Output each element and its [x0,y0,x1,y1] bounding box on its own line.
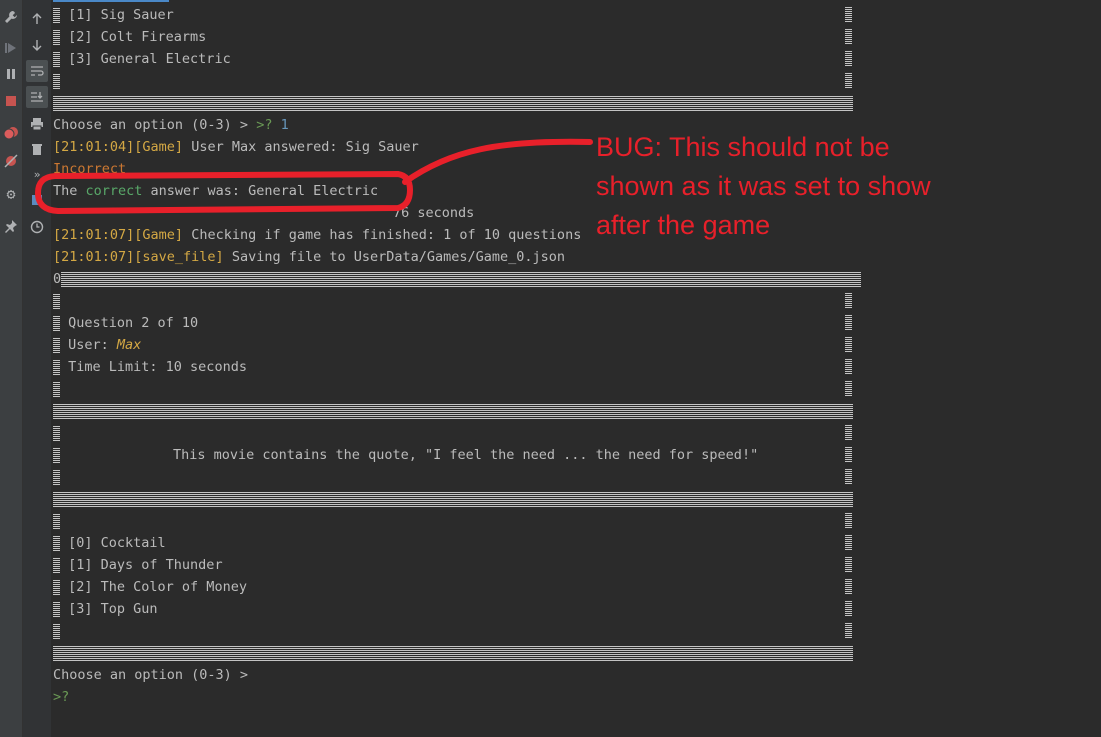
bug-annotation-text: BUG: This should not be shown as it was … [596,132,931,240]
annotation-highlight-loop [35,171,413,214]
annotation-overlay [35,138,593,214]
annotation-pointer-line [402,138,593,185]
